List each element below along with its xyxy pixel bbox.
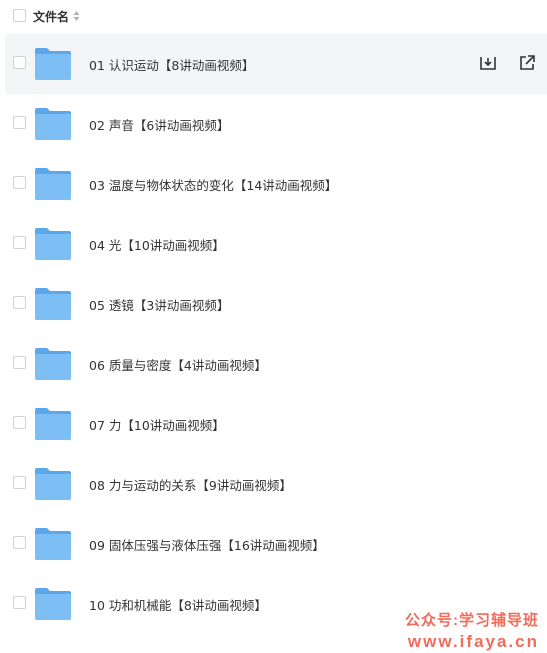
file-row-3[interactable]: 03 温度与物体状态的变化【14讲动画视频】 (0, 154, 547, 214)
file-row-4[interactable]: 04 光【10讲动画视频】 (0, 214, 547, 274)
file-name[interactable]: 07 力【10讲动画视频】 (89, 415, 225, 434)
select-all-checkbox[interactable] (13, 9, 26, 22)
file-name[interactable]: 05 透镜【3讲动画视频】 (89, 295, 229, 314)
folder-icon (35, 108, 71, 140)
file-browser: 文件名 01 认识运动【8讲动画视频】 02 声音【6讲动画视频】 03 温度与… (0, 0, 547, 653)
row-checkbox[interactable] (13, 596, 26, 609)
file-name[interactable]: 06 质量与密度【4讲动画视频】 (89, 355, 267, 374)
column-header-filename[interactable]: 文件名 (33, 8, 69, 25)
folder-icon (35, 288, 71, 320)
file-name[interactable]: 08 力与运动的关系【9讲动画视频】 (89, 475, 292, 494)
download-icon[interactable] (479, 54, 497, 72)
folder-icon (35, 588, 71, 620)
watermark-line1: 公众号:学习辅导班 (405, 612, 539, 629)
file-name[interactable]: 03 温度与物体状态的变化【14讲动画视频】 (89, 175, 337, 194)
file-row-7[interactable]: 07 力【10讲动画视频】 (0, 394, 547, 454)
watermark: 公众号:学习辅导班 www.ifaya.cn (405, 611, 539, 653)
file-row-1[interactable]: 01 认识运动【8讲动画视频】 (5, 34, 547, 94)
file-name[interactable]: 02 声音【6讲动画视频】 (89, 115, 229, 134)
open-external-icon[interactable] (518, 54, 536, 72)
row-checkbox[interactable] (13, 416, 26, 429)
folder-icon (35, 348, 71, 380)
row-checkbox[interactable] (13, 296, 26, 309)
watermark-line2: www.ifaya.cn (407, 632, 539, 651)
file-name[interactable]: 10 功和机械能【8讲动画视频】 (89, 595, 267, 614)
file-name[interactable]: 09 固体压强与液体压强【16讲动画视频】 (89, 535, 325, 554)
folder-icon (35, 528, 71, 560)
file-list: 01 认识运动【8讲动画视频】 02 声音【6讲动画视频】 03 温度与物体状态… (0, 34, 547, 634)
folder-icon (35, 168, 71, 200)
file-row-8[interactable]: 08 力与运动的关系【9讲动画视频】 (0, 454, 547, 514)
file-row-2[interactable]: 02 声音【6讲动画视频】 (0, 94, 547, 154)
file-row-9[interactable]: 09 固体压强与液体压强【16讲动画视频】 (0, 514, 547, 574)
file-name[interactable]: 01 认识运动【8讲动画视频】 (89, 55, 254, 74)
list-header: 文件名 (0, 0, 547, 34)
file-name[interactable]: 04 光【10讲动画视频】 (89, 235, 225, 254)
row-checkbox[interactable] (13, 236, 26, 249)
row-checkbox[interactable] (13, 176, 26, 189)
sort-icon[interactable] (73, 10, 80, 22)
folder-icon (35, 408, 71, 440)
row-checkbox[interactable] (13, 356, 26, 369)
folder-icon (35, 48, 71, 80)
file-row-5[interactable]: 05 透镜【3讲动画视频】 (0, 274, 547, 334)
row-checkbox[interactable] (13, 116, 26, 129)
row-checkbox[interactable] (13, 56, 26, 69)
row-checkbox[interactable] (13, 476, 26, 489)
row-checkbox[interactable] (13, 536, 26, 549)
folder-icon (35, 228, 71, 260)
folder-icon (35, 468, 71, 500)
file-row-6[interactable]: 06 质量与密度【4讲动画视频】 (0, 334, 547, 394)
